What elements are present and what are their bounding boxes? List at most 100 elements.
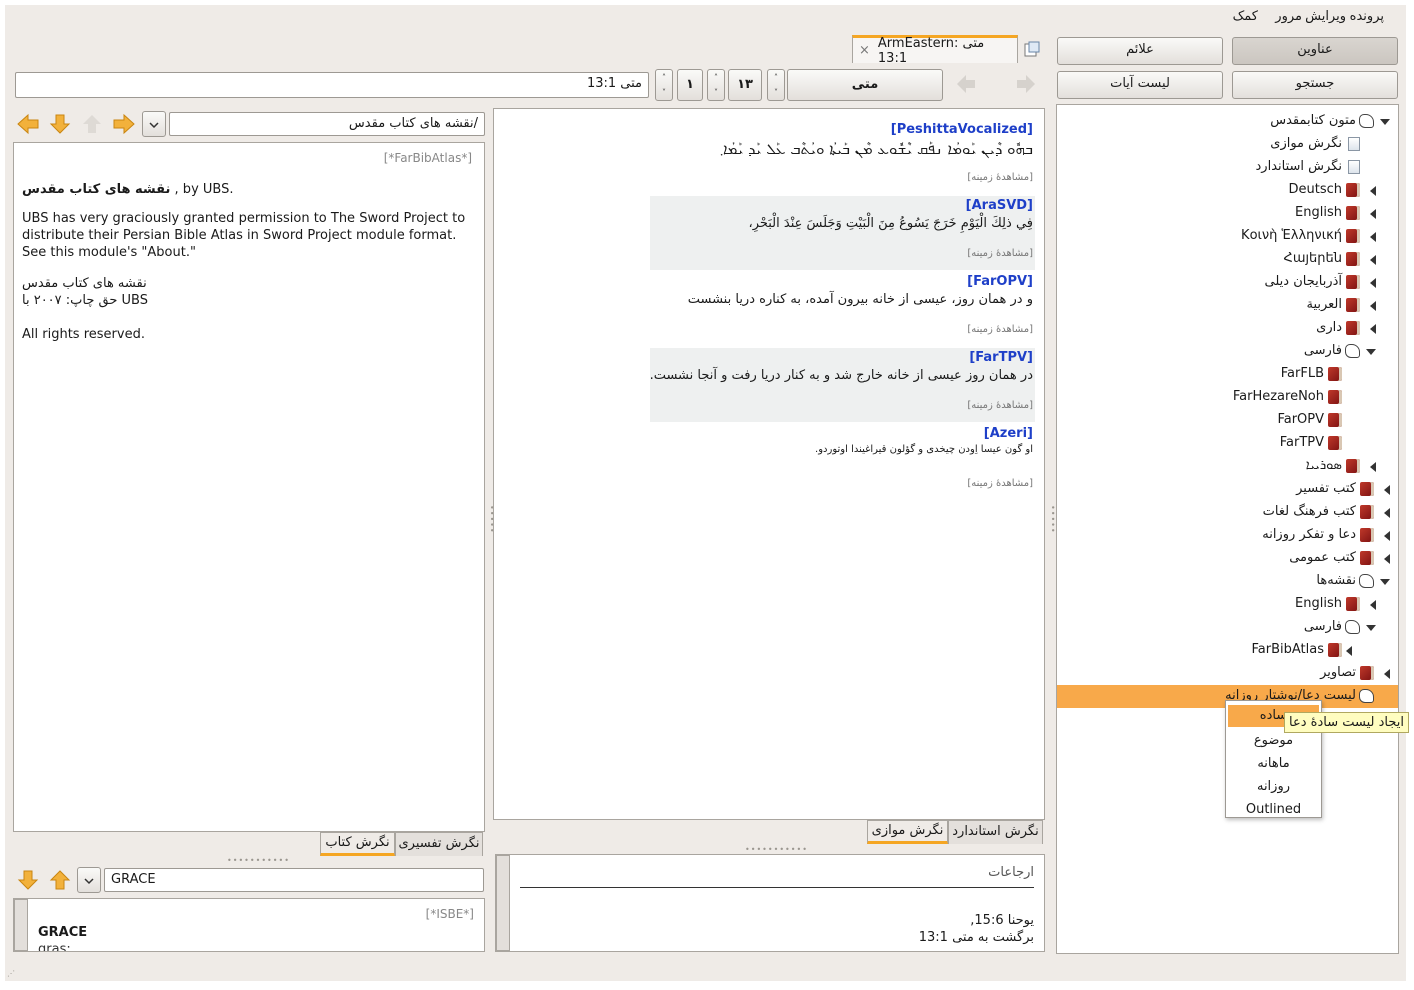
module-name-label[interactable]: [Azeri] <box>984 426 1033 441</box>
tree-item[interactable]: Κοινὴ Ἑλληνική <box>1057 225 1398 248</box>
tree-item[interactable]: FarFLB <box>1057 363 1398 386</box>
book-selector[interactable]: متی <box>787 69 943 101</box>
expander-collapsed-icon[interactable] <box>1370 255 1376 265</box>
middle-split-grip[interactable]: ••••••••••• <box>745 845 808 854</box>
book-up-icon[interactable] <box>79 111 105 137</box>
tree-item[interactable]: کتب تفسیر <box>1057 478 1398 501</box>
module-name-label[interactable]: [AraSVD] <box>966 198 1033 213</box>
verse-down-icon[interactable]: ˅ <box>656 85 672 100</box>
verse-selector[interactable]: ۱ <box>677 69 703 101</box>
view-context-link[interactable]: [مشاهدهٔ زمینه] <box>967 172 1033 183</box>
menu-item-topic[interactable]: موضوع <box>1226 730 1321 752</box>
verse-up-icon[interactable]: ˄ <box>656 70 672 85</box>
expander-collapsed-icon[interactable] <box>1370 462 1376 472</box>
expander-expanded-icon[interactable] <box>1366 625 1376 631</box>
view-context-link[interactable]: [مشاهدهٔ زمینه] <box>967 400 1033 411</box>
tab-parallel-view[interactable]: نگرش موازی <box>867 820 948 844</box>
reference-input[interactable]: متی 13:1 <box>15 72 649 98</box>
expander-expanded-icon[interactable] <box>1366 349 1376 355</box>
tree-item[interactable]: نقشه‌ها <box>1057 570 1398 593</box>
resize-grip-icon[interactable]: ⋰ <box>7 969 16 978</box>
view-context-link[interactable]: [مشاهدهٔ زمینه] <box>967 248 1033 259</box>
chapter-selector[interactable]: ۱۳ <box>728 69 762 101</box>
tree-item[interactable]: فارسی <box>1057 616 1398 639</box>
references-scrollbar[interactable] <box>496 855 510 951</box>
tree-item[interactable]: Deutsch <box>1057 179 1398 202</box>
reference-link-john[interactable]: یوحنا 15:6, <box>970 913 1034 928</box>
forward-arrow-icon[interactable] <box>1013 71 1039 97</box>
menu-file[interactable]: پرونده <box>1350 9 1384 24</box>
tree-item[interactable]: FarHezareNoh <box>1057 386 1398 409</box>
book-back-icon[interactable] <box>15 111 41 137</box>
book-up-icon[interactable]: ˄ <box>768 70 784 85</box>
book-path-dropdown[interactable] <box>142 111 166 137</box>
expander-collapsed-icon[interactable] <box>1370 301 1376 311</box>
module-name-label[interactable]: [PeshittaVocalized] <box>891 122 1033 137</box>
tab-standard-view[interactable]: نگرش استاندارد <box>948 820 1043 844</box>
tree-item[interactable]: English <box>1057 593 1398 616</box>
tab-bar-icon[interactable] <box>1023 41 1041 59</box>
book-forward-icon[interactable] <box>111 111 137 137</box>
search-button[interactable]: جستجو <box>1232 71 1398 99</box>
chapter-up-icon[interactable]: ˄ <box>708 70 724 85</box>
menu-view[interactable]: مرور <box>1275 9 1302 24</box>
expander-collapsed-icon[interactable] <box>1346 646 1352 656</box>
tree-item[interactable]: FarTPV <box>1057 432 1398 455</box>
bookmarks-button[interactable]: علائم <box>1057 37 1223 65</box>
expander-collapsed-icon[interactable] <box>1370 209 1376 219</box>
expander-collapsed-icon[interactable] <box>1384 554 1390 564</box>
tree-item[interactable]: نگرش موازی <box>1057 133 1398 156</box>
dict-dropdown[interactable] <box>77 867 101 893</box>
tree-item[interactable]: FarOPV <box>1057 409 1398 432</box>
expander-collapsed-icon[interactable] <box>1370 324 1376 334</box>
menu-item-outlined[interactable]: Outlined <box>1226 799 1321 821</box>
tree-item[interactable]: تصاویر <box>1057 662 1398 685</box>
tab-close-icon[interactable]: × <box>859 43 870 58</box>
menu-help[interactable]: کمک <box>1233 9 1258 24</box>
tree-item[interactable]: ܣܘܪܝܝܐ <box>1057 455 1398 478</box>
tree-item[interactable]: العربية <box>1057 294 1398 317</box>
expander-collapsed-icon[interactable] <box>1384 508 1390 518</box>
expander-collapsed-icon[interactable] <box>1370 232 1376 242</box>
tree-item[interactable]: نگرش استاندارد <box>1057 156 1398 179</box>
book-down-icon[interactable]: ˅ <box>768 85 784 100</box>
left-split-grip[interactable]: ••••••••••• <box>227 856 290 865</box>
expander-expanded-icon[interactable] <box>1380 579 1390 585</box>
tree-item[interactable]: کتب فرهنگ لغات <box>1057 501 1398 524</box>
verse-spinner[interactable]: ˄ ˅ <box>655 69 673 101</box>
expander-collapsed-icon[interactable] <box>1370 600 1376 610</box>
chapter-spinner[interactable]: ˄ ˅ <box>707 69 725 101</box>
dict-up-icon[interactable] <box>47 867 73 893</box>
expander-collapsed-icon[interactable] <box>1370 186 1376 196</box>
reference-back-link[interactable]: برگشت به متی 13:1 <box>919 930 1034 945</box>
tree-item[interactable]: داری <box>1057 317 1398 340</box>
verse-list-button[interactable]: لیست آیات <box>1057 71 1223 99</box>
tree-item[interactable]: کتب عمومی <box>1057 547 1398 570</box>
dict-scrollbar[interactable] <box>14 899 28 951</box>
book-down-icon[interactable] <box>47 111 73 137</box>
menu-item-monthly[interactable]: ماهانه <box>1226 753 1321 775</box>
dict-search-input[interactable]: GRACE <box>104 868 484 892</box>
tree-item[interactable]: English <box>1057 202 1398 225</box>
module-name-label[interactable]: [FarTPV] <box>969 350 1033 365</box>
menu-item-daily[interactable]: روزانه <box>1226 776 1321 798</box>
tree-item[interactable]: متون کتابمقدس <box>1057 110 1398 133</box>
book-path-input[interactable]: /نقشه های کتاب مقدس <box>169 112 485 136</box>
chapter-down-icon[interactable]: ˅ <box>708 85 724 100</box>
back-arrow-icon[interactable] <box>953 71 979 97</box>
tree-item[interactable]: دعا و تفکر روزانه <box>1057 524 1398 547</box>
tree-item[interactable]: آذربایجان دیلی <box>1057 271 1398 294</box>
tab-armeastern[interactable]: ArmEastern: متی 13:1 × <box>852 35 1018 66</box>
titles-button[interactable]: عناوین <box>1232 37 1398 65</box>
dict-down-icon[interactable] <box>15 867 41 893</box>
expander-collapsed-icon[interactable] <box>1370 278 1376 288</box>
tab-book-view[interactable]: نگرش کتاب <box>320 832 395 856</box>
view-context-link[interactable]: [مشاهدهٔ زمینه] <box>967 324 1033 335</box>
module-name-label[interactable]: [FarOPV] <box>967 274 1033 289</box>
view-context-link[interactable]: [مشاهدهٔ زمینه] <box>967 478 1033 489</box>
expander-collapsed-icon[interactable] <box>1384 669 1390 679</box>
tab-commentary-view[interactable]: نگرش تفسیری <box>395 832 483 856</box>
menu-edit[interactable]: ویرایش <box>1305 9 1346 24</box>
expander-collapsed-icon[interactable] <box>1384 485 1390 495</box>
tree-item[interactable]: Հայերեն <box>1057 248 1398 271</box>
